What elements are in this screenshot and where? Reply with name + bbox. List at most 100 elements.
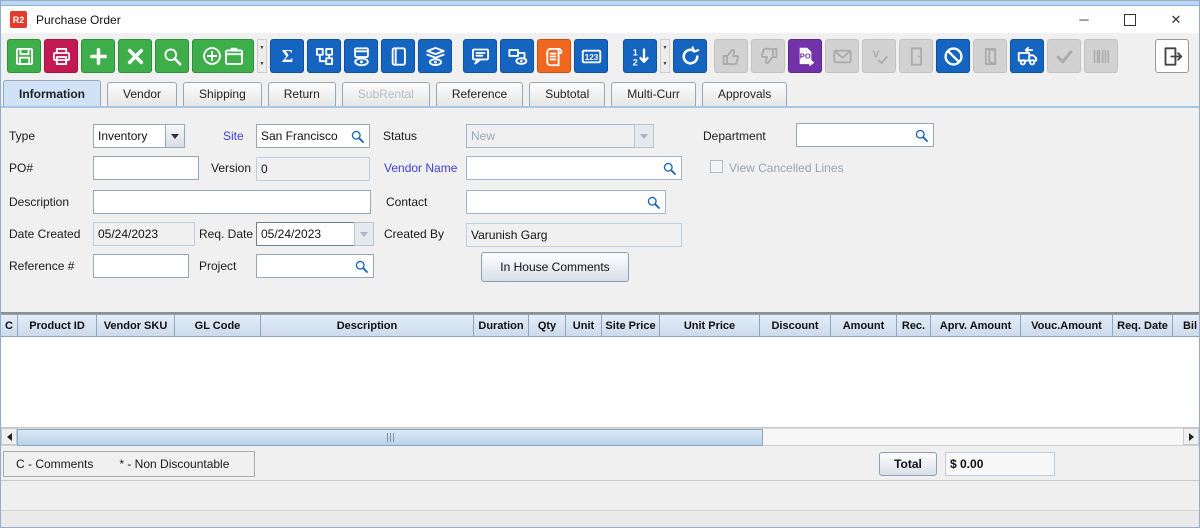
tab-reference[interactable]: Reference	[436, 82, 523, 106]
sigma-icon: Σ	[277, 46, 298, 67]
svg-text:Σ: Σ	[281, 46, 292, 66]
thumbs-down-icon	[758, 46, 779, 67]
view-flow-button[interactable]	[500, 39, 534, 73]
print-button[interactable]	[44, 39, 78, 73]
tab-strip: InformationVendorShippingReturnSubRental…	[1, 79, 1199, 108]
cancel-po-button[interactable]	[936, 39, 970, 73]
add-options-splitter[interactable]: ▼▼	[257, 39, 267, 73]
description-label: Description	[9, 195, 69, 209]
magnifier-icon	[662, 161, 677, 176]
door-icon	[906, 46, 927, 67]
scroll-left-button[interactable]	[1, 428, 17, 445]
chevron-down-icon[interactable]	[354, 222, 374, 246]
req-date-select[interactable]: 05/24/2023	[256, 222, 374, 246]
column-header-c[interactable]: C	[1, 315, 18, 336]
line-items-table	[1, 337, 1199, 428]
column-header-aprv-amount[interactable]: Aprv. Amount	[931, 315, 1021, 336]
legend-panel: C - Comments * - Non Discountable	[3, 451, 255, 477]
column-header-unit[interactable]: Unit	[566, 315, 602, 336]
maximize-button[interactable]	[1107, 6, 1153, 33]
tab-subtotal[interactable]: Subtotal	[529, 82, 605, 106]
search-button[interactable]	[155, 39, 189, 73]
purchase-order-window: R2 Purchase Order ─ ✕ ▼▼Σ12312▼▼POV Info…	[0, 0, 1200, 528]
tab-return[interactable]: Return	[268, 82, 336, 106]
quantities-button[interactable]: 123	[574, 39, 608, 73]
save-button[interactable]	[7, 39, 41, 73]
contact-search-field[interactable]	[466, 190, 666, 214]
receive-shipment-button[interactable]	[1010, 39, 1044, 73]
column-header-gl-code[interactable]: GL Code	[175, 315, 261, 336]
close-button[interactable]: ✕	[1153, 6, 1199, 33]
tab-approvals[interactable]: Approvals	[702, 82, 787, 106]
refresh-button[interactable]	[673, 39, 707, 73]
magnifier-icon	[162, 46, 183, 67]
vendor-invoice-button[interactable]	[537, 39, 571, 73]
column-header-amount[interactable]: Amount	[831, 315, 897, 336]
po-number-input[interactable]	[93, 156, 199, 180]
column-header-duration[interactable]: Duration	[474, 315, 529, 336]
scrollbar-thumb[interactable]	[17, 429, 763, 446]
catalog-button[interactable]	[381, 39, 415, 73]
comments-button[interactable]	[463, 39, 497, 73]
total-button[interactable]: Total	[879, 452, 937, 476]
column-header-site-price[interactable]: Site Price	[602, 315, 660, 336]
export-po-button[interactable]: PO	[788, 39, 822, 73]
add-button[interactable]	[81, 39, 115, 73]
window-title: Purchase Order	[36, 13, 121, 27]
column-header-product-id[interactable]: Product ID	[18, 315, 97, 336]
column-header-rec-[interactable]: Rec.	[897, 315, 931, 336]
summary-button[interactable]: Σ	[270, 39, 304, 73]
project-search-field[interactable]	[256, 254, 374, 278]
svg-text:2: 2	[632, 57, 637, 67]
printer-icon	[51, 46, 72, 67]
tab-information[interactable]: Information	[3, 80, 101, 106]
minimize-button[interactable]: ─	[1061, 6, 1107, 33]
scrollbar-track[interactable]	[17, 428, 1183, 445]
book-icon	[388, 46, 409, 67]
column-header-bil[interactable]: Bil	[1173, 315, 1199, 336]
delete-button[interactable]	[118, 39, 152, 73]
view-package-button[interactable]	[344, 39, 378, 73]
column-header-unit-price[interactable]: Unit Price	[660, 315, 760, 336]
sort-button[interactable]: 12	[623, 39, 657, 73]
tab-shipping[interactable]: Shipping	[183, 82, 262, 106]
column-header-discount[interactable]: Discount	[760, 315, 831, 336]
structure-button[interactable]	[307, 39, 341, 73]
tab-vendor[interactable]: Vendor	[107, 82, 177, 106]
in-house-comments-button[interactable]: In House Comments	[481, 252, 629, 282]
svg-text:123: 123	[584, 52, 598, 61]
confirm-button	[1047, 39, 1081, 73]
package-icon	[223, 45, 245, 67]
truck-icon	[1017, 46, 1038, 67]
column-header-vouc-amount[interactable]: Vouc.Amount	[1021, 315, 1113, 336]
column-header-description[interactable]: Description	[261, 315, 474, 336]
x-icon	[125, 46, 146, 67]
status-select: New	[466, 124, 654, 148]
column-header-vendor-sku[interactable]: Vendor SKU	[97, 315, 175, 336]
toolbar: ▼▼Σ12312▼▼POV	[1, 33, 1199, 79]
scroll-right-button[interactable]	[1183, 428, 1199, 445]
column-header-qty[interactable]: Qty	[529, 315, 566, 336]
tab-multi-curr[interactable]: Multi-Curr	[611, 82, 696, 106]
scroll-right-icon	[1189, 433, 1194, 441]
reference-number-input[interactable]	[93, 254, 189, 278]
exit-button[interactable]	[1155, 39, 1189, 73]
project-label: Project	[199, 259, 236, 273]
description-input[interactable]	[93, 190, 371, 214]
type-select[interactable]: Inventory	[93, 124, 185, 148]
magnifier-icon	[354, 259, 369, 274]
chevron-down-icon[interactable]	[165, 124, 185, 148]
chat-icon	[470, 46, 491, 67]
site-search-field[interactable]: San Francisco	[256, 124, 370, 148]
column-header-req-date[interactable]: Req. Date	[1113, 315, 1173, 336]
view-stock-button[interactable]	[418, 39, 452, 73]
department-search-field[interactable]	[796, 123, 934, 147]
sort-options-splitter[interactable]: ▼▼	[660, 39, 670, 73]
status-label: Status	[383, 129, 417, 143]
horizontal-scrollbar[interactable]	[1, 428, 1199, 446]
po-document-icon: PO	[795, 46, 816, 67]
chevron-down-icon	[634, 124, 654, 148]
add-items-button[interactable]	[192, 39, 254, 73]
maximize-icon	[1124, 14, 1136, 26]
vendor-name-search-field[interactable]	[466, 156, 682, 180]
